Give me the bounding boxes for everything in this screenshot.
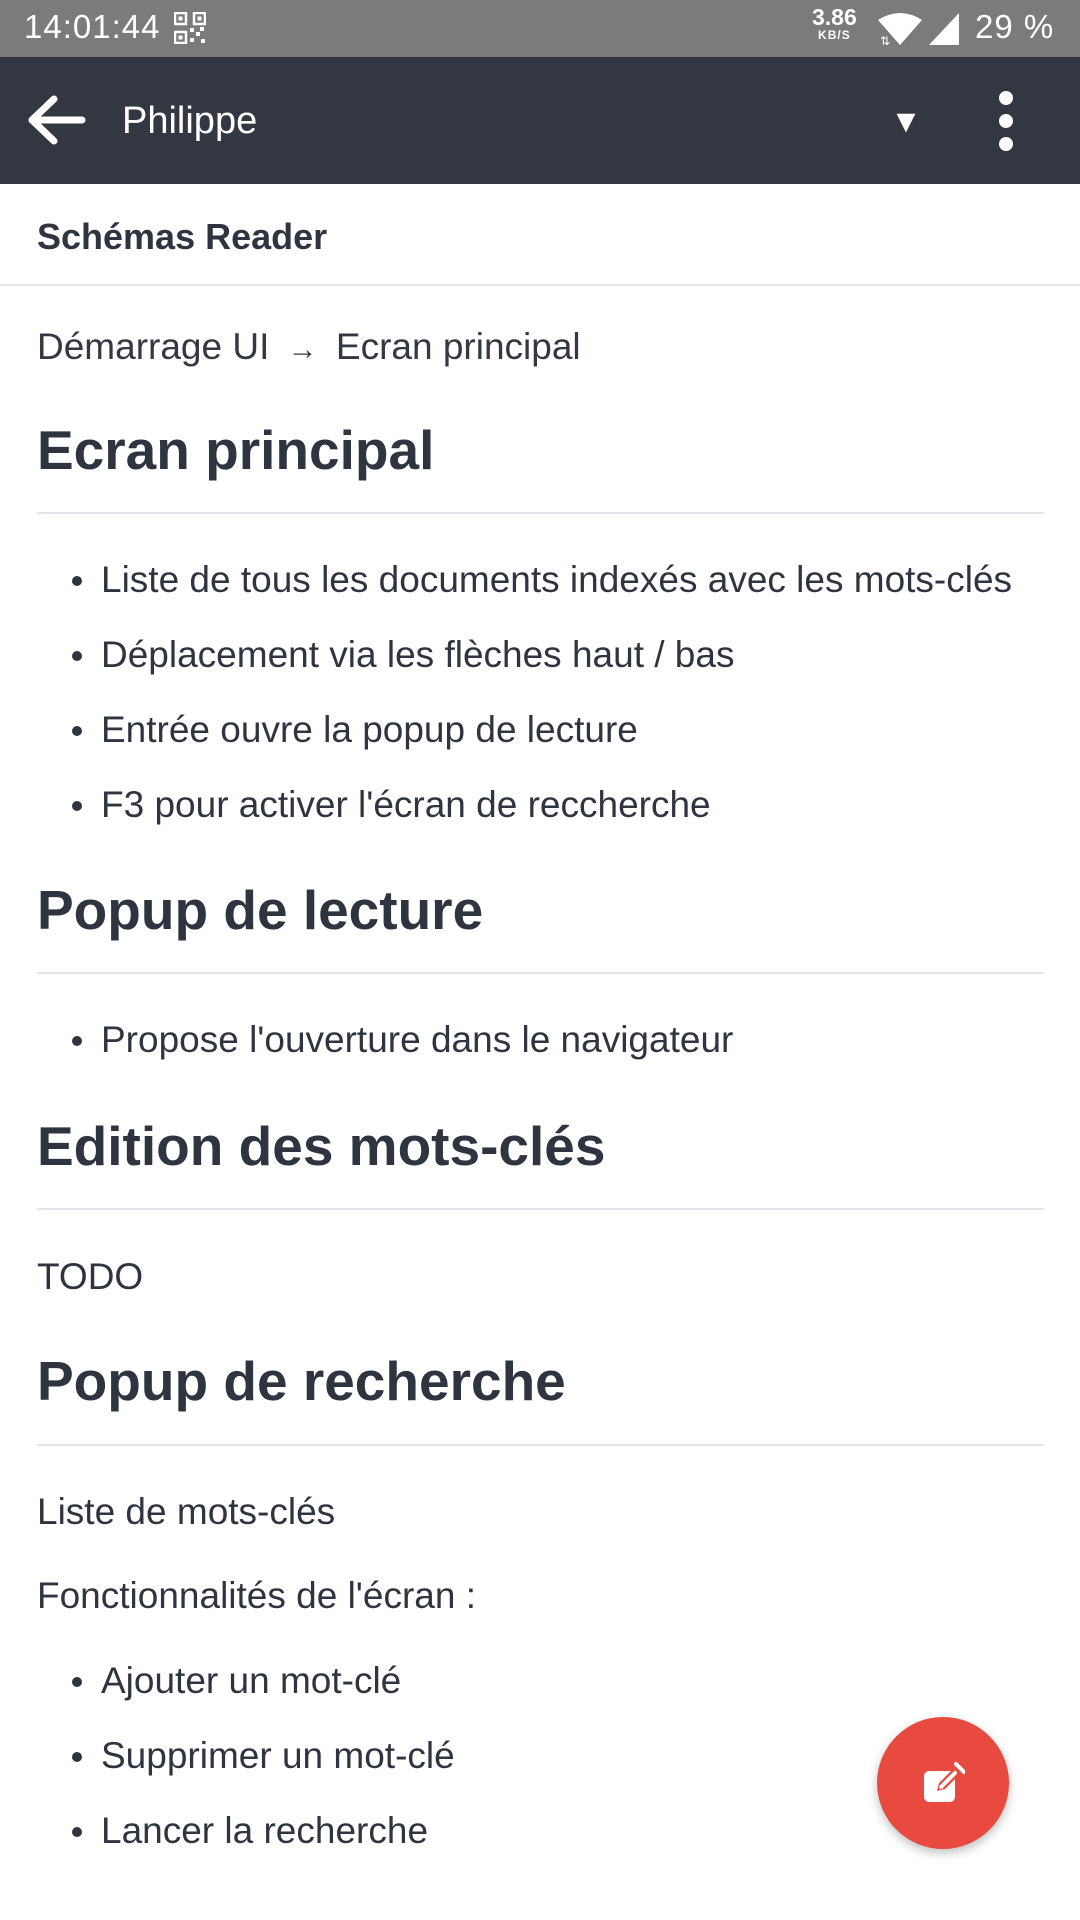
edit-fab-button[interactable] — [877, 1717, 1009, 1849]
chevron-down-icon[interactable]: ▼ — [888, 103, 924, 139]
breadcrumb-parent-link[interactable]: Démarrage UI — [37, 326, 269, 367]
bullet-list: Propose l'ouverture dans le navigateur — [37, 1002, 733, 1077]
sub-header: Schémas Reader — [0, 184, 1080, 286]
paragraph: Liste de mots-clés — [37, 1491, 336, 1532]
signal-icon — [929, 13, 959, 45]
network-speed: 3.86 KB/S — [812, 4, 857, 42]
sub-header-title: Schémas Reader — [37, 216, 328, 257]
bullet-list: Ajouter un mot-clé Supprimer un mot-clé … — [37, 1643, 455, 1868]
section-heading: Edition des mots-clés — [37, 1115, 606, 1177]
section-divider — [37, 512, 1044, 514]
wifi-icon: ⇅ — [878, 13, 922, 46]
svg-text:⇅: ⇅ — [880, 34, 890, 46]
paragraph: TODO — [37, 1256, 144, 1297]
status-bar: 14:01:44 3.86 KB/S ⇅ 29 % — [0, 0, 1080, 57]
list-item: Entrée ouvre la popup de lecture — [37, 692, 1012, 767]
edit-icon — [924, 1762, 965, 1802]
battery-level: 29 % — [975, 8, 1055, 45]
status-time: 14:01:44 — [24, 8, 161, 45]
paragraph: Fonctionnalités de l'écran : — [37, 1575, 476, 1616]
app-bar: Philippe ▼ — [0, 57, 1080, 184]
list-item: Ajouter un mot-clé — [37, 1643, 455, 1718]
more-vertical-icon[interactable] — [984, 90, 1028, 152]
list-item: Propose l'ouverture dans le navigateur — [37, 1002, 733, 1077]
section-heading: Popup de recherche — [37, 1350, 566, 1412]
bullet-list: Liste de tous les documents indexés avec… — [37, 542, 1012, 842]
section-heading: Ecran principal — [37, 419, 435, 481]
section-divider — [37, 1444, 1044, 1446]
list-item: Liste de tous les documents indexés avec… — [37, 542, 1012, 617]
section-divider — [37, 1208, 1044, 1210]
breadcrumb: Démarrage UI → Ecran principal — [37, 326, 581, 368]
list-item: Déplacement via les flèches haut / bas — [37, 617, 1012, 692]
section-heading: Popup de lecture — [37, 879, 484, 941]
breadcrumb-current: Ecran principal — [335, 326, 581, 367]
qr-code-icon — [174, 12, 206, 44]
list-item: Supprimer un mot-clé — [37, 1718, 455, 1793]
section-divider — [37, 972, 1044, 974]
list-item: F3 pour activer l'écran de reccherche — [37, 767, 1012, 842]
arrow-left-icon[interactable] — [28, 95, 86, 145]
breadcrumb-separator: → — [287, 333, 318, 366]
list-item: Lancer la recherche — [37, 1793, 455, 1868]
app-bar-title: Philippe — [122, 100, 258, 142]
